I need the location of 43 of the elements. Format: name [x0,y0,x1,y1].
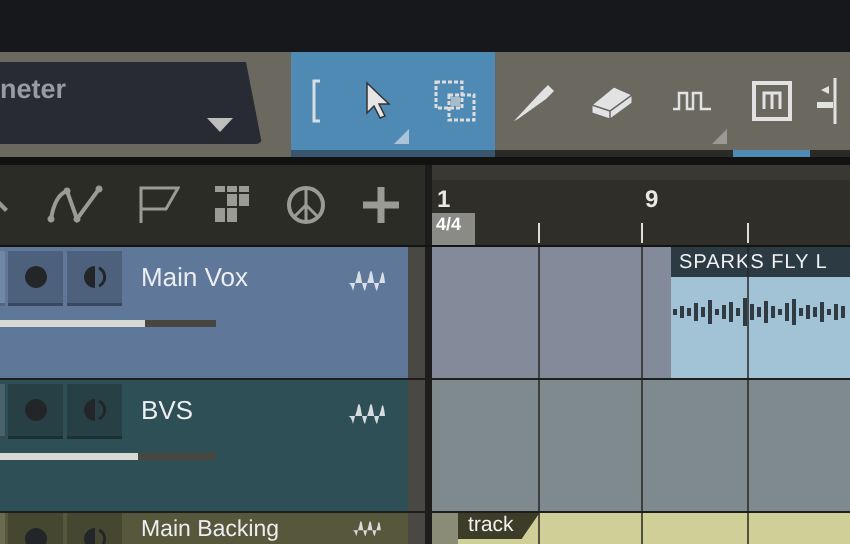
record-icon [24,266,46,288]
record-button[interactable] [8,251,63,306]
monitor-icon [84,266,106,288]
track-button[interactable] [0,384,5,439]
mute-icon [752,81,792,121]
track-name: BVS [141,396,194,426]
bar-number: 9 [645,186,658,214]
track-lane[interactable] [432,380,850,511]
track-header[interactable]: Main Backing [0,513,408,544]
track-name: Main Backing [141,515,280,542]
flag-icon[interactable] [138,185,180,225]
peace-icon[interactable] [286,185,326,225]
event-name: track [458,513,540,539]
event-name: SPARKS FLY L [679,250,828,274]
audio-event[interactable]: SPARKS FLY L [671,247,850,378]
automation-curve-icon[interactable] [47,185,103,225]
audio-event[interactable]: track [458,513,850,544]
bar-number: 1 [437,186,450,214]
monitor-icon [84,399,106,421]
ruler-tick [641,223,643,243]
time-signature: 4/4 [432,213,475,245]
monitor-icon [84,528,106,544]
record-icon [24,399,46,421]
bracket-icon [310,79,322,123]
track-name: Main Vox [141,263,248,293]
caret-icon [207,118,233,132]
track-header[interactable]: BVS [0,380,408,511]
preset-value: neter [0,74,66,105]
volume-slider[interactable] [0,320,216,327]
pointer-icon [364,81,392,121]
add-icon[interactable] [361,185,401,225]
grid-icon[interactable] [215,186,251,224]
track-header[interactable]: Main Vox [0,247,408,378]
preset-dropdown[interactable]: neter [0,62,262,144]
monitor-button[interactable] [67,251,122,306]
ruler-tick [538,223,540,243]
record-icon [24,528,46,544]
ruler-tick [747,223,749,243]
track-button[interactable] [0,251,5,306]
range-select-icon [433,79,477,123]
timeline-ruler[interactable]: 1 9 4/4 [432,165,850,245]
pulse-icon [672,91,714,111]
volume-slider[interactable] [0,453,216,460]
